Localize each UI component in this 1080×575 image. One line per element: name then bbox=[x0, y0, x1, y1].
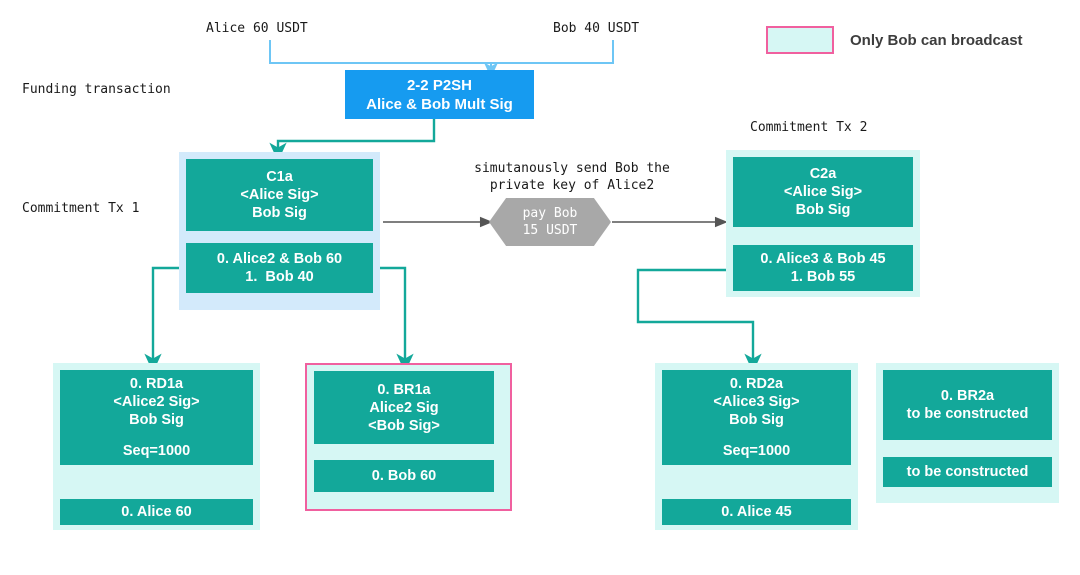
rd1a-output-0: 0. Alice 60 bbox=[121, 504, 192, 520]
c2a-head-2: Bob Sig bbox=[795, 202, 851, 218]
br2a-outputs-cell[interactable]: to be constructed bbox=[883, 457, 1052, 487]
funding-transaction-box[interactable]: 2-2 P2SH Alice & Bob Mult Sig bbox=[345, 70, 534, 119]
c2a-header-cell[interactable]: C2a <Alice Sig> Bob Sig bbox=[733, 157, 913, 227]
br1a-output-0: 0. Bob 60 bbox=[371, 468, 437, 484]
bob-input-label: Bob 40 USDT bbox=[553, 21, 640, 36]
c1a-outputs-cell[interactable]: 0. Alice2 & Bob 60 1. Bob 40 bbox=[186, 243, 373, 293]
commitment-tx-2-label: Commitment Tx 2 bbox=[750, 120, 868, 135]
c1a-output-0: 0. Alice2 & Bob 60 bbox=[216, 251, 343, 267]
rd2a-outputs-cell[interactable]: 0. Alice 45 bbox=[662, 499, 851, 525]
alice-input-label: Alice 60 USDT bbox=[206, 21, 308, 36]
legend-swatch-only-bob bbox=[766, 26, 834, 54]
c1a-head-2: Bob Sig bbox=[252, 205, 307, 221]
rd2a-head-2: Bob Sig bbox=[729, 412, 784, 428]
br2a-head-0: 0. BR2a bbox=[940, 388, 995, 404]
c2a-head-1: <Alice Sig> bbox=[783, 184, 863, 200]
rd2a-output-0: 0. Alice 45 bbox=[721, 504, 792, 520]
c2a-outputs-cell[interactable]: 0. Alice3 & Bob 45 1. Bob 55 bbox=[733, 245, 913, 291]
c1a-head-0: C1a bbox=[266, 169, 293, 185]
rd1a-header-cell[interactable]: 0. RD1a <Alice2 Sig> Bob Sig Seq=1000 bbox=[60, 370, 253, 465]
funding-input-connectors bbox=[269, 40, 614, 78]
c1a-output-1: 1. Bob 40 bbox=[245, 269, 314, 285]
rd1a-outputs-cell[interactable]: 0. Alice 60 bbox=[60, 499, 253, 525]
c1a-header-cell[interactable]: C1a <Alice Sig> Bob Sig bbox=[186, 159, 373, 231]
diagram-canvas: Alice 60 USDT Bob 40 USDT Funding transa… bbox=[0, 0, 1080, 575]
br2a-head-1: to be constructed bbox=[906, 406, 1029, 422]
br2a-header-cell[interactable]: 0. BR2a to be constructed bbox=[883, 370, 1052, 440]
rd2a-head-0: 0. RD2a bbox=[729, 376, 784, 392]
funding-box-line-2: Alice & Bob Mult Sig bbox=[366, 95, 513, 113]
pay-bob-hexagon[interactable]: pay Bob 15 USDT bbox=[489, 198, 611, 246]
pay-bob-line-2: 15 USDT bbox=[522, 223, 578, 238]
rd2a-head-1: <Alice3 Sig> bbox=[713, 394, 800, 410]
rd1a-head-0: 0. RD1a bbox=[129, 376, 184, 392]
funding-transaction-label: Funding transaction bbox=[22, 82, 171, 97]
simultaneous-note-line-2: private key of Alice2 bbox=[489, 178, 655, 193]
funding-box-line-1: 2-2 P2SH bbox=[406, 76, 473, 94]
simultaneous-note-line-1: simutanously send Bob the bbox=[474, 161, 670, 176]
br1a-outputs-cell[interactable]: 0. Bob 60 bbox=[314, 460, 494, 492]
rd1a-head-2: Bob Sig bbox=[129, 412, 184, 428]
rd1a-head-1: <Alice2 Sig> bbox=[113, 394, 200, 410]
br2a-output-0: to be constructed bbox=[906, 464, 1029, 480]
c2a-output-0: 0. Alice3 & Bob 45 bbox=[760, 251, 886, 267]
rd2a-seq: Seq=1000 bbox=[722, 443, 791, 459]
legend-label-only-bob: Only Bob can broadcast bbox=[850, 32, 1023, 49]
br1a-head-0: 0. BR1a bbox=[377, 381, 431, 398]
br1a-head-1: Alice2 Sig bbox=[369, 399, 439, 416]
c2a-output-1: 1. Bob 55 bbox=[790, 269, 856, 285]
br1a-header-cell[interactable]: 0. BR1a Alice2 Sig <Bob Sig> bbox=[314, 371, 494, 444]
rd1a-seq: Seq=1000 bbox=[122, 443, 191, 459]
funding-to-c1a-connector bbox=[269, 119, 436, 162]
pay-bob-line-1: pay Bob bbox=[522, 206, 578, 221]
c1a-head-1: <Alice Sig> bbox=[240, 187, 319, 203]
rd2a-header-cell[interactable]: 0. RD2a <Alice3 Sig> Bob Sig Seq=1000 bbox=[662, 370, 851, 465]
c2a-head-0: C2a bbox=[809, 166, 837, 182]
commitment-tx-1-label: Commitment Tx 1 bbox=[22, 201, 140, 216]
br1a-head-2: <Bob Sig> bbox=[368, 417, 440, 434]
